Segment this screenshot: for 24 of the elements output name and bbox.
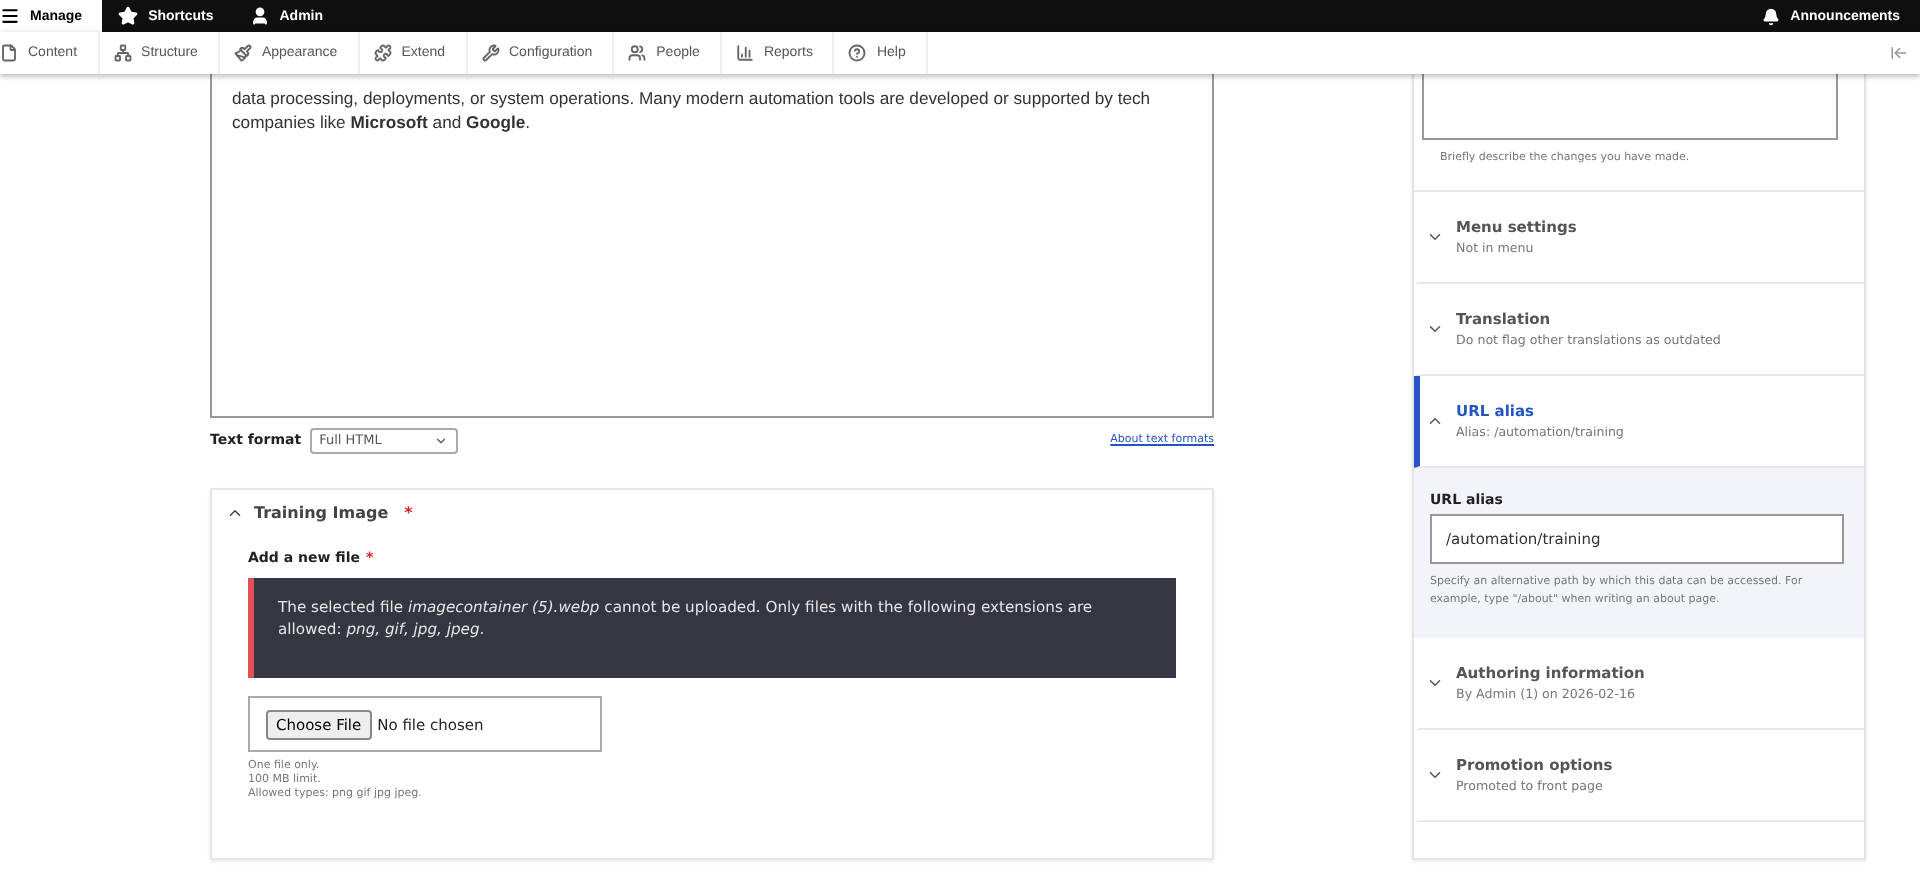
chevron-up-icon [1426,412,1444,430]
user-icon [249,6,270,26]
page-icon [0,44,18,62]
wrench-icon [481,44,499,62]
chevron-down-icon [1426,674,1444,692]
revision-log-field[interactable] [1422,74,1838,140]
puzzle-icon [373,44,392,62]
chevron-down-icon [1426,766,1444,784]
people-icon [628,44,647,62]
star-icon [118,6,139,26]
rich-text-editor[interactable]: data processing, deployments, or system operations. Many modern automation tools are developed or supported by tech companies like Microsoft and Google. [210,74,1214,418]
chevron-down-icon [433,433,448,447]
menu-icon [0,6,20,26]
chevron-up-icon [226,504,244,522]
body-text: data processing, deployments, or system operations. Many modern automation tools are developed or supported by tech companies like Microsoft and Google. [232,88,1151,132]
required-marker: * [404,504,413,522]
bell-icon [1762,7,1781,25]
training-image-toggle[interactable]: Training Image * [212,504,427,522]
brush-icon [233,44,252,62]
help-icon [848,44,867,62]
hierarchy-icon [113,44,132,62]
chevron-down-icon [1426,320,1444,338]
bar-chart-icon [735,44,754,62]
chevron-down-icon [1426,228,1444,246]
